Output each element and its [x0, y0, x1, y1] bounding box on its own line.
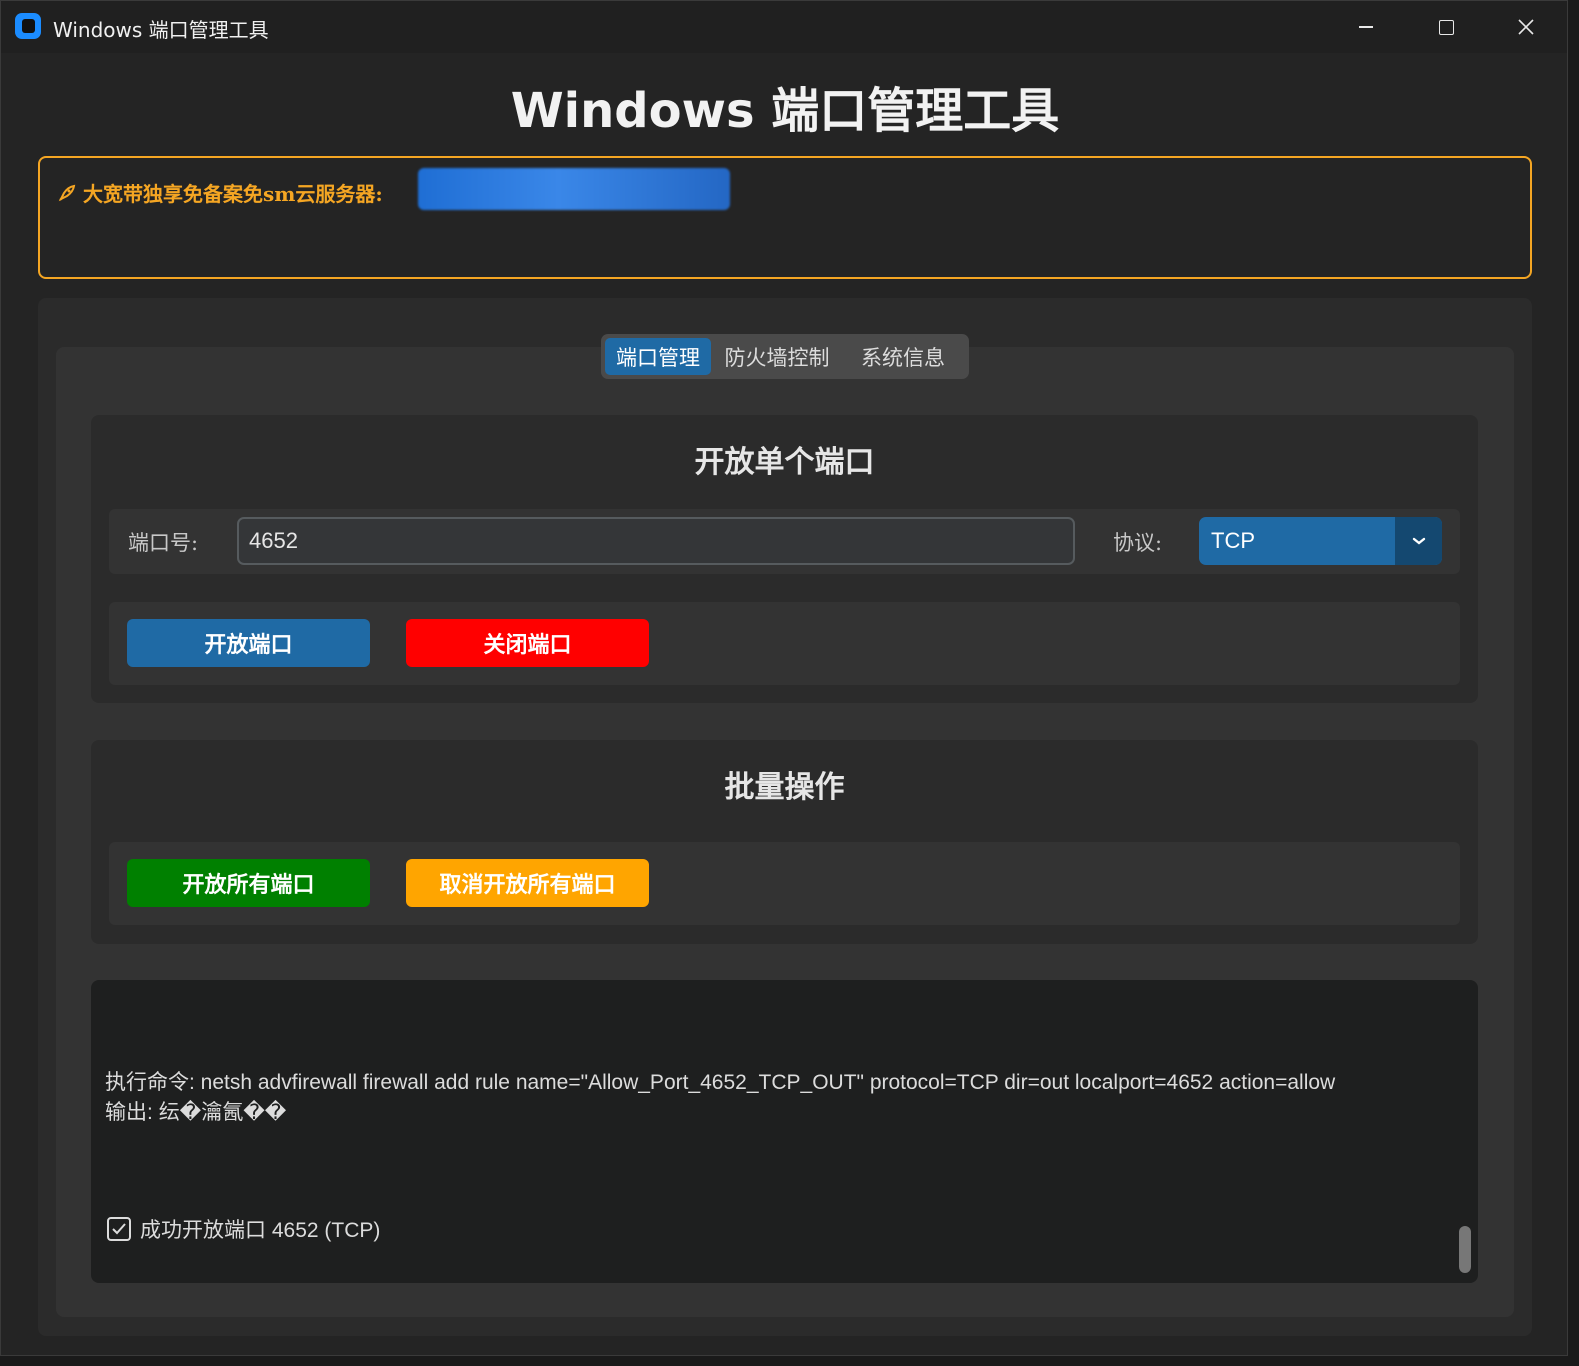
- output-console[interactable]: 执行命令: netsh advfirewall firewall add rul…: [91, 980, 1478, 1283]
- tab-bar: 端口管理 防火墙控制 系统信息: [601, 334, 969, 379]
- tab-port-management[interactable]: 端口管理: [605, 338, 711, 375]
- protocol-label: 协议:: [1113, 531, 1163, 555]
- close-icon: [1518, 19, 1534, 35]
- checkbox-check-icon: [107, 1217, 131, 1241]
- page-title: Windows 端口管理工具: [510, 83, 1060, 139]
- port-input[interactable]: 4652: [237, 517, 1075, 565]
- console-success-line: 成功开放端口 4652 (TCP): [107, 1214, 380, 1244]
- single-port-title: 开放单个端口: [694, 445, 875, 480]
- maximize-icon: [1438, 19, 1454, 35]
- success-message: 成功开放端口 4652 (TCP): [140, 1219, 381, 1242]
- open-all-ports-button[interactable]: 开放所有端口: [127, 859, 370, 907]
- single-port-buttons-row: 开放端口 关闭端口: [109, 602, 1460, 685]
- port-input-row: 端口号: 4652 协议: TCP: [109, 509, 1460, 574]
- batch-buttons-row: 开放所有端口 取消开放所有端口: [109, 842, 1460, 925]
- open-port-button[interactable]: 开放端口: [127, 619, 370, 667]
- cancel-all-ports-button[interactable]: 取消开放所有端口: [406, 859, 649, 907]
- console-command-line: 执行命令: netsh advfirewall firewall add rul…: [105, 1071, 1336, 1094]
- close-button[interactable]: [1486, 1, 1566, 53]
- window-title: Windows 端口管理工具: [53, 18, 269, 42]
- title-bar[interactable]: Windows 端口管理工具: [1, 1, 1567, 53]
- ad-link-redacted[interactable]: [418, 168, 730, 210]
- single-port-section: 开放单个端口 端口号: 4652 协议: TCP 开放端口 关闭端口: [91, 415, 1478, 703]
- ad-label: 大宽带独享免备案免sm云服务器:: [83, 182, 383, 206]
- batch-section: 批量操作 开放所有端口 取消开放所有端口: [91, 740, 1478, 944]
- protocol-dropdown-button[interactable]: [1395, 517, 1442, 565]
- port-label: 端口号:: [128, 531, 199, 555]
- protocol-value: TCP: [1211, 528, 1255, 553]
- close-port-button[interactable]: 关闭端口: [406, 619, 649, 667]
- app-window: Windows 端口管理工具 Windows 端口管理工具 大宽带独享免备案免s…: [0, 0, 1568, 1356]
- console-output-line: 输出: 纭�瀹氥��: [105, 1101, 287, 1124]
- ad-banner: 大宽带独享免备案免sm云服务器:: [38, 156, 1532, 279]
- tab-system-info[interactable]: 系统信息: [843, 338, 963, 375]
- app-icon: [15, 13, 41, 39]
- chevron-down-icon: [1412, 537, 1425, 545]
- batch-title: 批量操作: [724, 770, 845, 805]
- minimize-icon: [1359, 26, 1373, 28]
- rocket-icon: [58, 184, 76, 201]
- console-scrollbar[interactable]: [1459, 1226, 1471, 1273]
- ad-label-row: 大宽带独享免备案免sm云服务器:: [57, 178, 383, 207]
- maximize-button[interactable]: [1406, 1, 1486, 53]
- tab-firewall-control[interactable]: 防火墙控制: [711, 338, 843, 375]
- protocol-select[interactable]: TCP: [1199, 517, 1442, 565]
- minimize-button[interactable]: [1326, 1, 1406, 53]
